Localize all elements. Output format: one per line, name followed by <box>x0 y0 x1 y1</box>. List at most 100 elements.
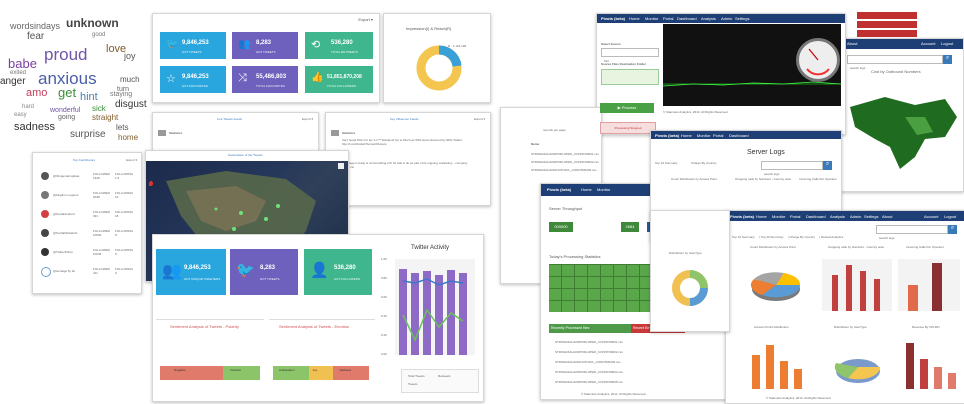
record-row[interactable]: STRINGDIALHORPODLOPEN_CONNTR0002.csv <box>531 160 599 164</box>
nav-item[interactable]: Dashboard <box>806 214 826 219</box>
nav-item[interactable]: Logout <box>944 214 956 219</box>
twitter-activity-chart: Twitter Activity 1.00 0.80 0.60 0.40 0.2… <box>381 243 479 393</box>
breadcrumb-item[interactable]: Charge By Country <box>691 161 717 165</box>
file-row[interactable]: STRINGDIALHORPODLOPEN_CONNTR0005.csv <box>555 380 623 384</box>
list-item[interactable]: @blogfrom regions FOLLOWER 2038 FOLLOWIN… <box>37 188 137 207</box>
fullscreen-icon[interactable] <box>338 163 344 169</box>
nav-item[interactable]: Monitor <box>597 187 610 192</box>
nav-item[interactable]: Home <box>756 214 767 219</box>
word: staying <box>110 91 133 98</box>
search-button[interactable]: ⌕ <box>948 225 957 234</box>
search-button[interactable]: ⌕ <box>943 55 952 64</box>
nav-item[interactable]: Account <box>921 41 935 46</box>
recently-processed-title: Recently Processed files <box>551 326 590 330</box>
nav-item[interactable]: Account <box>924 214 938 219</box>
nav-item[interactable]: Logout <box>941 41 953 46</box>
key-influencer-panel: Key Influencer Feeds Export ▾ Statistics… <box>325 112 491 206</box>
chart-title: Count Distribution by Access Point <box>750 245 796 249</box>
influencer-followers: FOLLOWER 10000 <box>93 229 110 237</box>
list-item[interactable]: @TwitterPolicy FOLLOWER 10046 FOLLOWING … <box>37 245 137 264</box>
legend-item: Tweets <box>408 382 418 386</box>
destination-box[interactable] <box>601 69 659 85</box>
list-item[interactable]: @thingenderupdate FOLLOWER 1328 FOLLOWIN… <box>37 169 137 188</box>
export-button[interactable]: Export ▾ <box>358 17 373 22</box>
nav-item[interactable]: Home <box>681 133 692 138</box>
nav-item[interactable]: Monitor <box>645 16 658 21</box>
nav-item[interactable]: Home <box>629 16 640 21</box>
stat-value: 8,283 <box>260 265 276 271</box>
activity-plot <box>395 259 475 355</box>
nav-item[interactable]: Settings <box>735 16 749 21</box>
word: anger <box>0 76 26 87</box>
word: amo <box>26 87 48 99</box>
search-input[interactable]: search logs <box>761 161 823 176</box>
search-button[interactable]: ⌕ <box>823 161 832 170</box>
bar <box>411 273 419 355</box>
word: easy <box>14 112 27 118</box>
brand[interactable]: Pivots (beta) <box>601 16 625 21</box>
word: straight <box>92 113 119 122</box>
stat-caption: HOT FAVOURITES <box>182 84 208 88</box>
export-button[interactable]: Export ▾ <box>474 117 485 121</box>
breadcrumb: Top 10 Summary | Top 20 Summary | Charge… <box>732 235 844 239</box>
list-item[interactable]: @SocialAndroid FOLLOWER 391 FOLLOWING 18 <box>37 207 137 226</box>
start-process-button[interactable]: ▶ Process <box>600 103 654 113</box>
breadcrumb-item[interactable]: Top 10 Summary <box>732 235 755 239</box>
file-row[interactable]: STRINGDIALHORPODLOPEN_CONNTR0004.csv <box>555 370 623 374</box>
breadcrumb-item[interactable]: Top 10 Summary <box>655 161 678 165</box>
nav-item[interactable]: Portal <box>790 214 800 219</box>
nav-item[interactable]: Portal <box>713 133 723 138</box>
record-row[interactable]: STRINGDIALHORPODLOPEN_CONNTR0001.csv <box>531 152 599 156</box>
influencer-name: @socialgo 5y 0u <box>53 269 76 273</box>
nav-item[interactable]: About <box>847 41 857 46</box>
analytics-charts-window: Pivots (beta) Home Monitor Portal Dashbo… <box>725 210 964 404</box>
file-row[interactable]: STRINGDIALHORPODLOPEN_CONNTR0002.csv <box>555 350 623 354</box>
list-item[interactable]: @SocialMediaInfo FOLLOWER 10000 FOLLOWIN… <box>37 226 137 245</box>
nav-item[interactable]: Dashboard <box>677 16 697 21</box>
y-tick: 0.60 <box>381 295 387 299</box>
nav-item[interactable]: Portal <box>663 16 673 21</box>
nav-item[interactable]: Settings <box>864 214 878 219</box>
file-row[interactable]: STRINGDIALHORCUSTHOL_CONNTR0003.csv <box>555 360 621 364</box>
live-tweets-title: Live Tweets Feeds <box>217 117 242 121</box>
nav-item[interactable]: Dashboard <box>729 133 749 138</box>
search-input[interactable]: search logs <box>876 225 948 240</box>
file-row[interactable]: STRINGDIALHORPODLOPEN_CONNTR0001.csv <box>555 340 623 344</box>
nav-item[interactable]: About <box>882 214 892 219</box>
chart-title: Outgoing calls by Numbers - Country wise <box>735 177 792 181</box>
cost-title: Cost by Outbound Numbers <box>871 69 921 74</box>
brand[interactable]: Pivots (beta) <box>730 214 754 219</box>
record-row[interactable]: STRINGDIALHORCUSTHOL_CONNTR0003.csv <box>531 168 597 172</box>
word: unknown <box>66 16 119 30</box>
search-input[interactable]: search logs <box>847 55 943 70</box>
nav-item[interactable]: Analysis <box>830 214 845 219</box>
donut-chart-usertype <box>672 270 708 306</box>
nav-item[interactable]: Monitor <box>697 133 710 138</box>
big-tile-unique-tweeters: 👥 9,846,253 HOT UNIQUE TWEETERS <box>156 249 226 295</box>
breadcrumb-item[interactable]: Top 20 Summary <box>761 235 784 239</box>
breadcrumb-item[interactable]: Reload Analytics <box>821 235 843 239</box>
nav-item[interactable]: Home <box>581 187 592 192</box>
brand[interactable]: Pivots (beta) <box>547 187 571 192</box>
influencer-followers: FOLLOWER 10046 <box>93 248 110 256</box>
breadcrumb-item[interactable]: Charge By Country <box>789 235 815 239</box>
big-tile-hot-tweets: 🐦 8,283 HOT TWEETS <box>230 249 298 295</box>
word: joy <box>124 51 136 61</box>
brand[interactable]: Pivots (beta) <box>655 133 679 138</box>
activity-legend: Total Tweets Retweets Tweets <box>401 369 479 393</box>
export-button[interactable]: Export ▾ <box>126 158 137 162</box>
word: fear <box>27 31 45 42</box>
export-button[interactable]: Export ▾ <box>302 117 313 121</box>
star-icon: ☆ <box>166 73 176 85</box>
influencer-followers: FOLLOWER 391 <box>93 210 110 218</box>
list-item[interactable]: @socialgo 5y 0u FOLLOWER 411 FOLLOWING 9 <box>37 264 137 283</box>
recently-processed-header: Recently Processed files <box>549 324 631 333</box>
nav-item[interactable]: Analysis <box>701 16 716 21</box>
polarity-label: Negative <box>174 368 186 372</box>
nav-item[interactable]: Admin <box>721 16 732 21</box>
nav-item[interactable]: Monitor <box>772 214 785 219</box>
nav-item[interactable]: Admin <box>850 214 861 219</box>
source-select[interactable]: Tail <box>601 48 659 63</box>
stat-tile-total-retweets: ⟲ 536,280 TOTAL RETWEETS <box>305 32 373 59</box>
polarity-title: Sentiment Analysis of Tweets - Polarity <box>170 324 239 329</box>
